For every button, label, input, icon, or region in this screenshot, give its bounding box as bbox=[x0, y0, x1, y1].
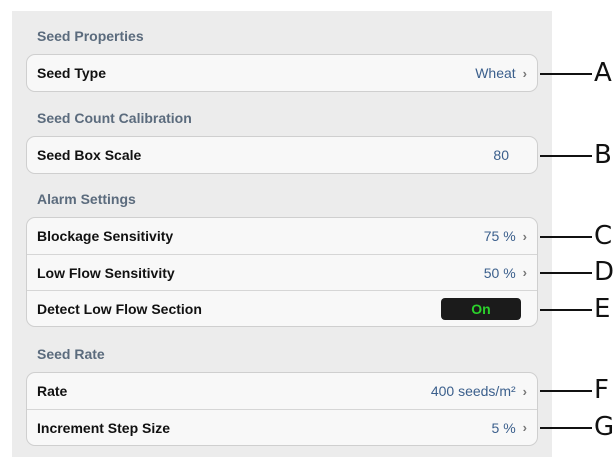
callout-c: C bbox=[594, 221, 613, 251]
row-increment-step-size[interactable]: Increment Step Size 5 % › bbox=[27, 409, 537, 445]
callout-line-a bbox=[540, 73, 592, 75]
group-seed-rate: Rate 400 seeds/m² › Increment Step Size … bbox=[26, 372, 538, 446]
callout-line-c bbox=[540, 236, 592, 238]
callout-line-g bbox=[540, 427, 592, 429]
rate-label: Rate bbox=[37, 383, 68, 399]
chevron-right-icon: › bbox=[522, 228, 527, 244]
row-seed-type[interactable]: Seed Type Wheat › bbox=[27, 55, 537, 91]
seed-box-scale-value: 80 bbox=[493, 147, 509, 163]
group-seed-properties: Seed Type Wheat › bbox=[26, 54, 538, 92]
chevron-right-icon: › bbox=[522, 383, 527, 399]
low-flow-sensitivity-value: 50 % bbox=[483, 264, 516, 281]
chevron-right-icon: › bbox=[522, 65, 527, 81]
group-seed-count-calibration: Seed Box Scale 80 bbox=[26, 136, 538, 174]
callout-d: D bbox=[594, 257, 615, 287]
section-header-seed-count-calibration: Seed Count Calibration bbox=[37, 110, 192, 126]
section-header-seed-rate: Seed Rate bbox=[37, 346, 105, 362]
row-rate[interactable]: Rate 400 seeds/m² › bbox=[27, 373, 537, 409]
section-header-alarm-settings: Alarm Settings bbox=[37, 191, 136, 207]
callout-line-f bbox=[540, 390, 592, 392]
callout-b: B bbox=[594, 140, 612, 170]
callout-f: F bbox=[594, 375, 609, 405]
seed-box-scale-label: Seed Box Scale bbox=[37, 147, 142, 163]
section-header-seed-properties: Seed Properties bbox=[37, 28, 144, 44]
row-blockage-sensitivity[interactable]: Blockage Sensitivity 75 % › bbox=[27, 218, 537, 254]
row-seed-box-scale[interactable]: Seed Box Scale 80 bbox=[27, 137, 537, 173]
low-flow-sensitivity-label: Low Flow Sensitivity bbox=[37, 264, 175, 281]
detect-low-flow-section-label: Detect Low Flow Section bbox=[37, 300, 202, 317]
rate-value: 400 seeds/m² bbox=[430, 383, 516, 399]
callout-line-d bbox=[540, 272, 592, 274]
increment-step-size-label: Increment Step Size bbox=[37, 419, 171, 436]
callout-a: A bbox=[594, 58, 612, 88]
seed-type-value: Wheat bbox=[475, 65, 516, 81]
row-low-flow-sensitivity[interactable]: Low Flow Sensitivity 50 % › bbox=[27, 254, 537, 290]
row-detect-low-flow-section: Detect Low Flow Section On bbox=[27, 290, 537, 326]
detect-low-flow-toggle[interactable]: On bbox=[441, 297, 521, 320]
chevron-right-icon: › bbox=[522, 420, 527, 435]
increment-step-size-value: 5 % bbox=[491, 419, 516, 436]
chevron-right-icon: › bbox=[522, 265, 527, 280]
blockage-sensitivity-label: Blockage Sensitivity bbox=[37, 228, 174, 244]
blockage-sensitivity-value: 75 % bbox=[483, 228, 516, 244]
callout-line-b bbox=[540, 155, 592, 157]
callout-line-e bbox=[540, 309, 592, 311]
callout-e: E bbox=[594, 294, 611, 324]
group-alarm-settings: Blockage Sensitivity 75 % › Low Flow Sen… bbox=[26, 217, 538, 327]
seed-type-label: Seed Type bbox=[37, 65, 106, 81]
callout-g: G bbox=[594, 412, 615, 442]
